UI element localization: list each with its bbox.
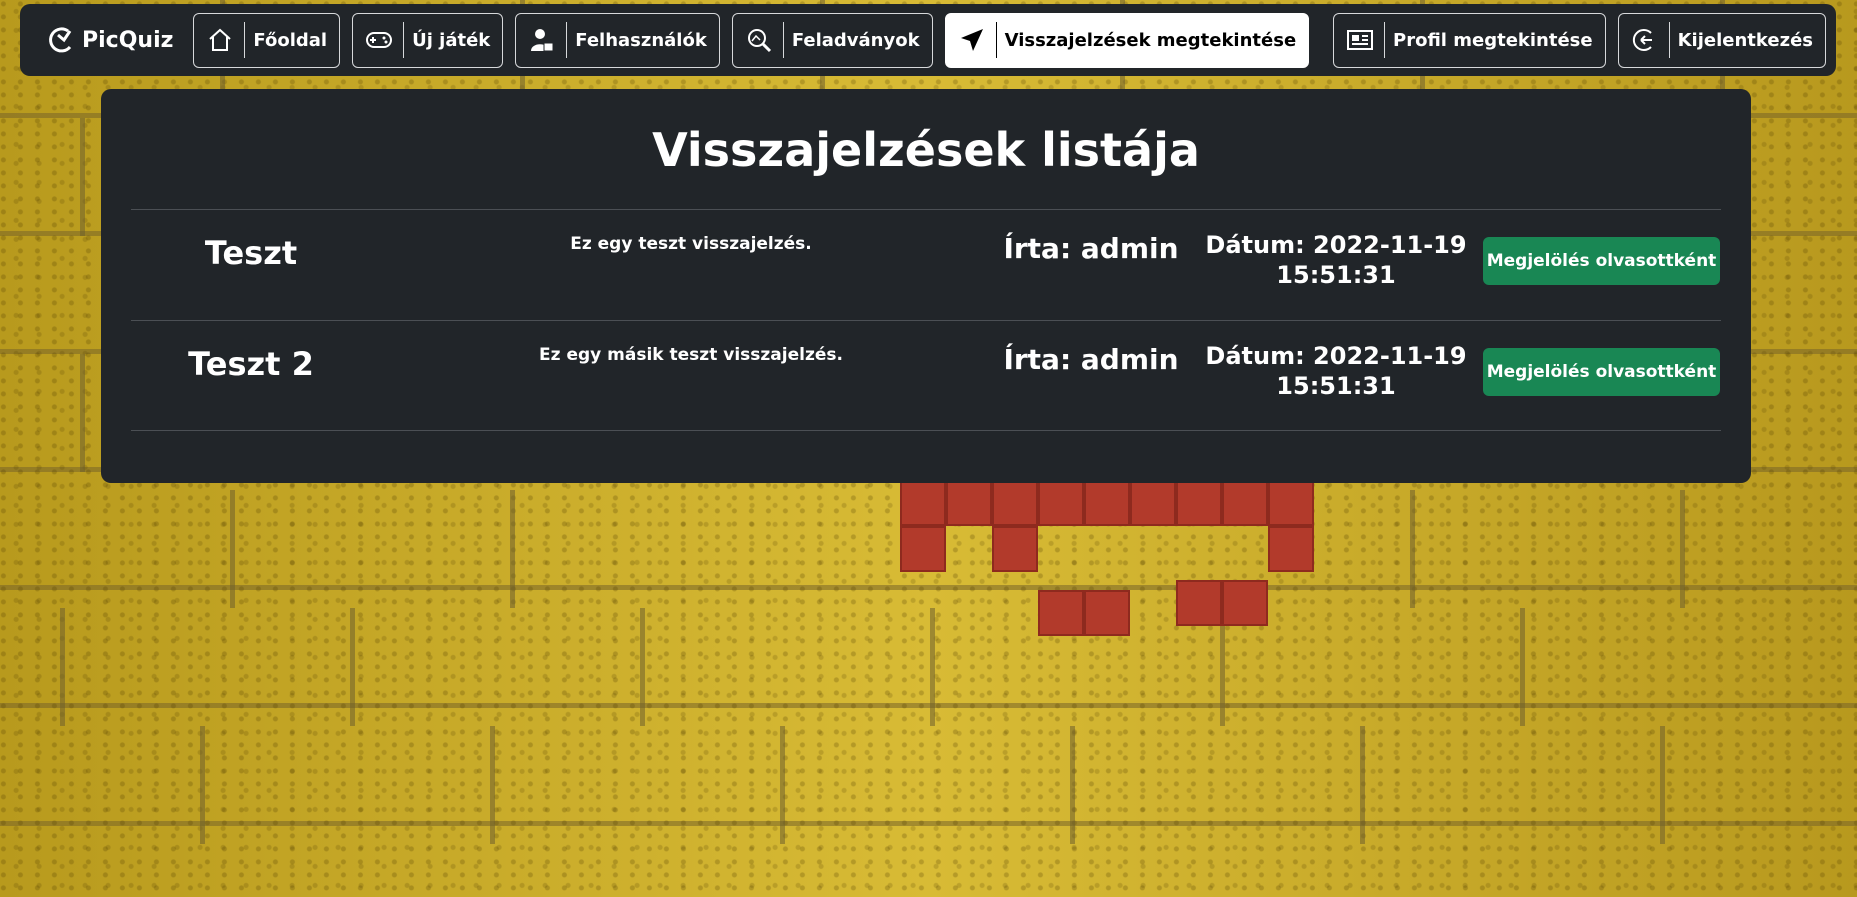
home-icon xyxy=(206,26,234,54)
nav-puzzles-button[interactable]: Feladványok xyxy=(731,12,933,68)
profile-card-icon xyxy=(1346,26,1374,54)
feedback-date-day: Dátum: 2022-11-19 xyxy=(1205,231,1467,259)
nav-home-label: Főoldal xyxy=(253,29,328,51)
gamepad-icon xyxy=(365,26,393,54)
feedback-row: Teszt 2 Ez egy másik teszt visszajelzés.… xyxy=(131,320,1721,431)
nav-profile-button[interactable]: Profil megtekintése xyxy=(1333,12,1606,68)
feedback-row: Teszt Ez egy teszt visszajelzés. Írta: a… xyxy=(131,209,1721,320)
search-image-icon xyxy=(745,26,773,54)
nav-new-game-button[interactable]: Új játék xyxy=(352,12,504,68)
feedback-date-day: Dátum: 2022-11-19 xyxy=(1205,342,1467,370)
nav-new-game-label: Új játék xyxy=(412,29,491,51)
feedback-author: Írta: admin xyxy=(1003,232,1179,265)
feedback-message: Ez egy teszt visszajelzés. xyxy=(570,234,812,254)
picquiz-logo-icon xyxy=(49,27,72,53)
page-title: Visszajelzések listája xyxy=(652,123,1200,177)
nav-logout-button[interactable]: Kijelentkezés xyxy=(1617,12,1826,68)
feedback-date: Dátum: 2022-11-19 15:51:31 xyxy=(1201,341,1471,401)
mark-as-read-button[interactable]: Megjelölés olvasottként xyxy=(1483,348,1720,396)
nav-users-button[interactable]: Felhasználók xyxy=(515,12,720,68)
feedback-date-time: 15:51:31 xyxy=(1276,261,1396,289)
nav-users-label: Felhasználók xyxy=(575,29,707,51)
feedback-date-time: 15:51:31 xyxy=(1276,372,1396,400)
nav-feedback-button[interactable]: Visszajelzések megtekintése xyxy=(944,12,1310,68)
feedback-title: Teszt 2 xyxy=(188,345,314,383)
top-navbar: PicQuiz Főoldal Új játék Felhasználók Fe… xyxy=(20,4,1836,76)
logout-icon xyxy=(1631,26,1659,54)
nav-logout-label: Kijelentkezés xyxy=(1677,29,1813,51)
feedback-message: Ez egy másik teszt visszajelzés. xyxy=(539,345,843,365)
user-icon xyxy=(528,26,556,54)
feedback-panel: Visszajelzések listája Teszt Ez egy tesz… xyxy=(101,89,1751,483)
nav-puzzles-label: Feladványok xyxy=(791,29,920,51)
brand-name: PicQuiz xyxy=(82,27,174,53)
mark-as-read-button[interactable]: Megjelölés olvasottként xyxy=(1483,237,1720,285)
nav-home-button[interactable]: Főoldal xyxy=(193,12,341,68)
feedback-author: Írta: admin xyxy=(1003,343,1179,376)
feedback-title: Teszt xyxy=(204,234,298,272)
feedback-date: Dátum: 2022-11-19 15:51:31 xyxy=(1201,230,1471,290)
nav-profile-label: Profil megtekintése xyxy=(1393,29,1593,51)
brand-logo[interactable]: PicQuiz xyxy=(46,25,173,55)
send-icon xyxy=(958,26,986,54)
nav-feedback-label: Visszajelzések megtekintése xyxy=(1004,29,1297,51)
